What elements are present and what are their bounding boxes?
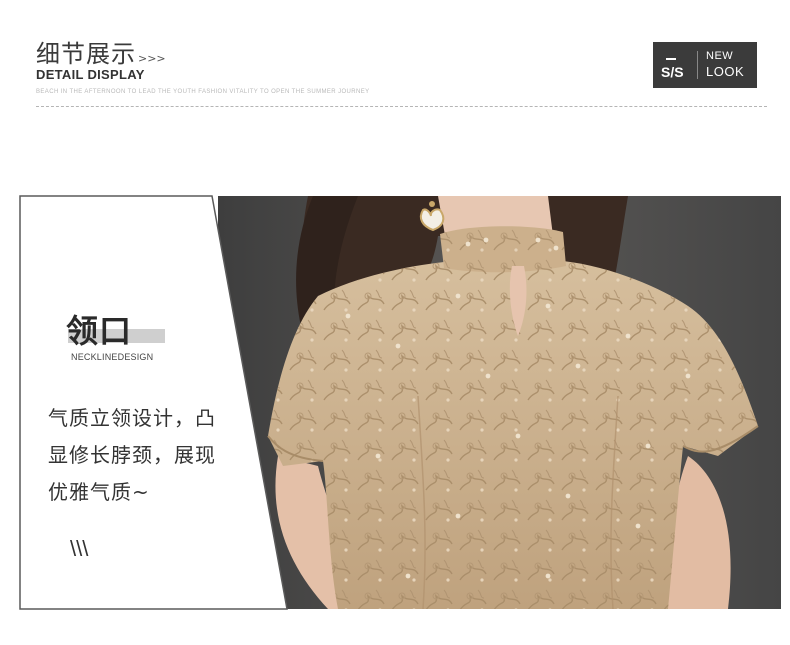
feature-title-en: NECKLINEDESIGN: [71, 352, 154, 362]
feature-title: 领口: [66, 312, 133, 350]
feature-desc-line-2: 显修长脖颈，展现: [48, 443, 216, 467]
feature-desc-line-1: 气质立领设计，凸: [48, 406, 216, 430]
feature-desc-line-3: 优雅气质~: [48, 480, 150, 504]
slashes-decoration: \\\: [70, 536, 89, 561]
